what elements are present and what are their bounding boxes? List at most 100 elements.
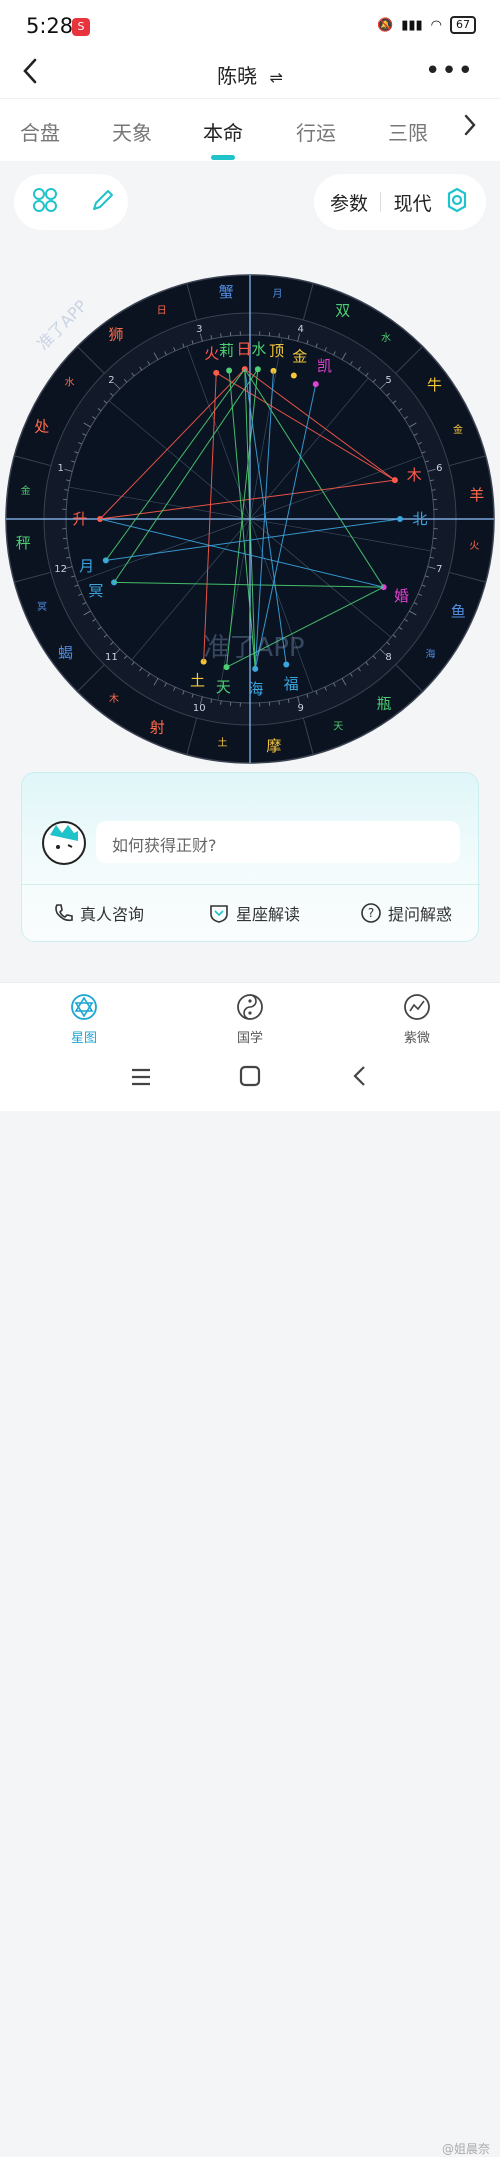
house-number-4: 4 [298,324,304,335]
zodiac-sign-6: 摩 [266,737,281,755]
nav-star-chart[interactable]: 星图 [44,993,124,1046]
nav-guoxue-label: 国学 [210,1027,290,1046]
tool-pill [14,174,128,230]
chart-tabs: 合盘 天象 本命 行运 三限 [0,98,500,161]
nav-bar: 陈晓 ⇌ ••• [0,52,500,98]
nav-star-chart-label: 星图 [44,1027,124,1046]
grid-icon[interactable] [32,187,58,217]
battery-icon: 67 [450,16,476,34]
zodiac-sign-8: 鱼 [451,603,466,621]
planet-label-4: 顶 [269,342,284,360]
status-bar: 5:28 S 🔕 ▮▮▮ ◠ 67 [0,0,500,52]
sign-ruler-0: 月 [273,288,283,300]
question-icon: ? [360,902,382,924]
consult-button[interactable]: 真人咨询 [52,901,144,925]
nav-ziwei[interactable]: 紫微 [377,993,457,1046]
house-number-5: 5 [385,375,391,386]
status-time: 5:28 [26,14,73,38]
house-number-3: 3 [196,324,202,335]
question-input[interactable]: 如何获得正财? [96,821,460,863]
assistant-avatar[interactable] [42,821,86,865]
zodiac-sign-7: 瓶 [377,694,392,712]
planet-label-12: 天 [216,678,231,696]
edit-icon[interactable] [90,187,116,217]
sign-ruler-6: 土 [217,736,227,749]
planet-dot-5 [291,373,297,379]
planet-label-8: 北 [412,510,427,528]
tab-indicator [211,155,235,160]
zodiac-sign-3: 秤 [16,534,31,552]
planet-label-15: 月 [79,557,94,575]
interpretation-button[interactable]: 星座解读 [208,901,300,925]
phone-icon [52,902,74,924]
tab-transit[interactable]: 行运 [296,117,336,146]
planet-label-13: 土 [190,672,205,690]
natal-chart-wheel[interactable]: 蟹月狮日处水秤金蝎冥射木摩土瓶天鱼海羊火牛金双水123456789101112火… [4,273,496,765]
tab-sky[interactable]: 天象 [112,117,152,146]
zodiac-sign-5: 射 [150,718,165,736]
app-notification-icon: S [72,18,90,36]
yin-yang-icon [236,993,264,1021]
zodiac-sign-4: 蝎 [58,644,73,662]
house-number-12: 12 [54,564,67,575]
home-icon[interactable] [239,1064,261,1094]
planet-label-10: 福 [284,675,299,693]
planet-label-2: 日 [237,340,252,358]
footer-watermark: @姐晨奈 [442,2140,490,2157]
sign-ruler-11: 水 [381,332,391,344]
house-number-7: 7 [436,564,442,575]
star-of-david-icon [70,993,98,1021]
bottom-nav: 星图 国学 紫微 [0,982,500,1051]
ask-question-label: 提问解惑 [388,901,452,925]
menu-icon[interactable] [130,1064,152,1094]
divider [22,884,480,885]
status-icons: 🔕 ▮▮▮ ◠ 67 [377,16,476,34]
zodiac-sign-1: 狮 [108,326,123,344]
ask-question-button[interactable]: ? 提问解惑 [360,901,452,925]
gear-icon[interactable] [444,187,470,217]
natal-chart[interactable]: 蟹月狮日处水秤金蝎冥射木摩土瓶天鱼海羊火牛金双水123456789101112火… [4,273,496,765]
assistant-card: 如何获得正财? 真人咨询 星座解读 ? 提问解惑 [21,772,479,942]
nav-guoxue[interactable]: 国学 [210,993,290,1046]
nav-ziwei-label: 紫微 [377,1027,457,1046]
sign-ruler-1: 日 [157,305,167,316]
zodiac-sign-2: 处 [34,417,49,435]
back-nav-icon[interactable] [352,1064,366,1094]
planet-label-16: 升 [72,510,87,528]
chart-line-icon [403,993,431,1021]
tabs-next-button[interactable] [464,113,476,143]
tab-tertiary[interactable]: 三限 [388,117,428,146]
planet-label-9: 婚 [394,587,409,605]
consult-label: 真人咨询 [80,901,144,925]
tab-synastry[interactable]: 合盘 [20,117,60,146]
swap-icon: ⇌ [269,68,282,87]
sign-ruler-9: 火 [469,540,479,552]
zodiac-sign-9: 羊 [469,486,484,504]
params-button[interactable]: 参数 [330,189,368,216]
sign-ruler-3: 金 [21,484,31,497]
sign-ruler-10: 金 [453,423,463,436]
sign-ruler-8: 海 [425,648,435,661]
interpretation-label: 星座解读 [236,901,300,925]
mode-button[interactable]: 现代 [394,189,432,216]
settings-pill: 参数 现代 [314,174,486,230]
planet-label-11: 海 [248,680,263,698]
house-number-8: 8 [385,652,391,663]
chevron-right-icon [464,114,476,136]
sign-ruler-5: 木 [109,693,119,705]
divider [380,192,381,212]
question-placeholder: 如何获得正财? [112,832,217,856]
tab-natal[interactable]: 本命 [203,117,243,146]
zodiac-sign-11: 双 [335,302,350,320]
svg-text:?: ? [368,906,374,920]
planet-label-5: 金 [292,347,307,365]
house-number-1: 1 [57,463,63,474]
signal-icon: ▮▮▮ [401,18,422,33]
shield-icon [208,902,230,924]
planet-label-0: 火 [204,344,219,362]
more-button[interactable]: ••• [425,56,474,86]
planet-label-14: 冥 [88,582,103,600]
house-number-10: 10 [193,703,206,714]
planet-label-6: 凯 [317,357,332,375]
zodiac-sign-0: 蟹 [219,283,234,301]
